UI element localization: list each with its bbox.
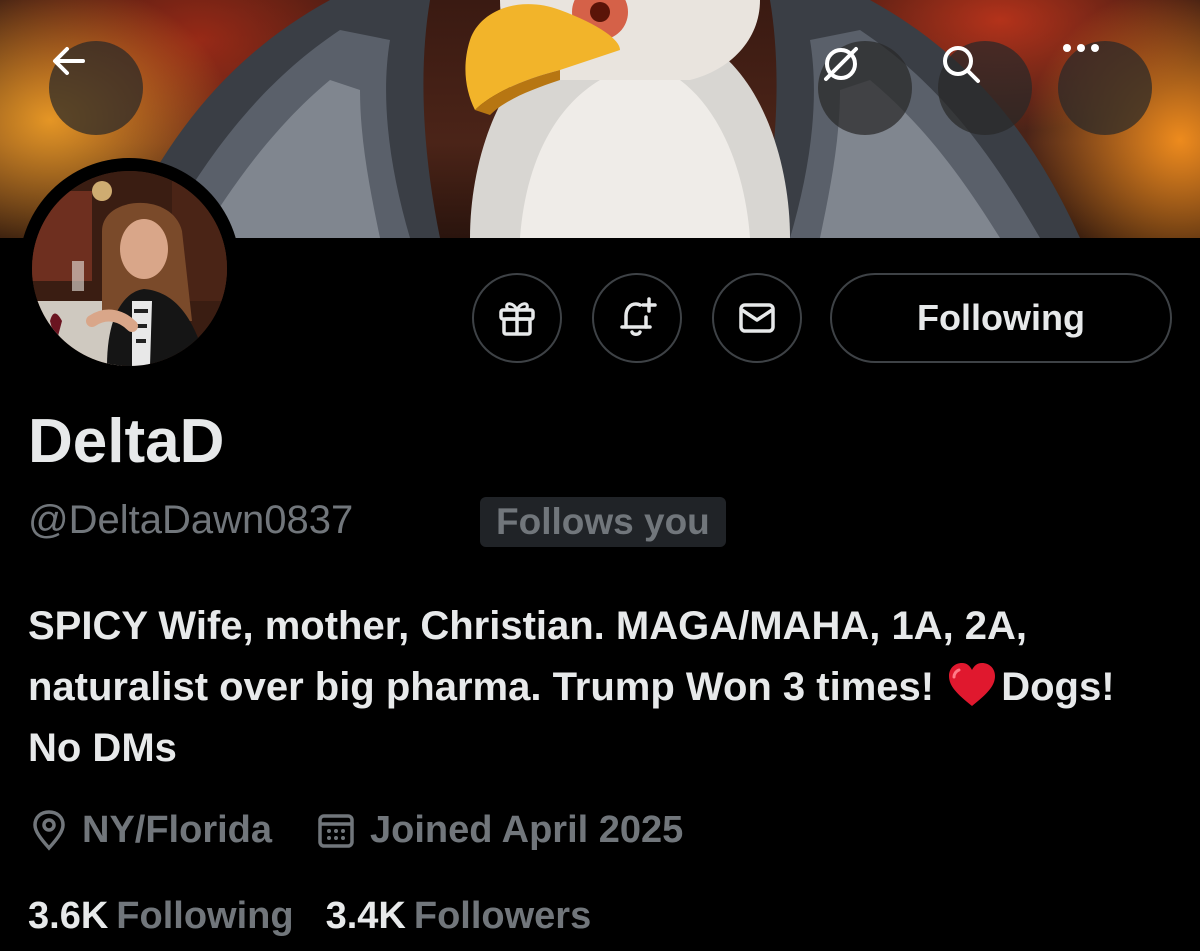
arrow-left-icon — [53, 47, 85, 75]
profile-avatar[interactable] — [19, 158, 240, 379]
calendar-icon — [318, 814, 354, 848]
bio-text-part1: SPICY Wife, mother, Christian. MAGA/MAHA… — [28, 604, 1039, 709]
red-heart-emoji-icon — [949, 663, 996, 706]
following-count: 3.6K — [28, 894, 109, 937]
bell-plus-icon — [620, 297, 657, 336]
following-label: Following — [116, 894, 294, 937]
avatar-image — [32, 171, 227, 366]
grok-button[interactable] — [818, 41, 912, 135]
search-icon — [943, 46, 980, 83]
profile-stats: 3.6K Following 3.4K Followers — [28, 890, 623, 942]
followers-stat-link[interactable]: 3.4K Followers — [326, 895, 592, 938]
search-button[interactable] — [938, 41, 1032, 135]
grok-icon — [824, 47, 858, 81]
location-pin-icon — [33, 810, 65, 851]
profile-meta: NY/Florida Joined April 2025 — [30, 804, 727, 856]
envelope-icon — [739, 303, 775, 333]
display-name: DeltaD — [28, 407, 225, 476]
follows-you-badge: Follows you — [480, 497, 726, 547]
avatar-photo — [32, 171, 227, 366]
location-item: NY/Florida — [30, 809, 272, 852]
message-button[interactable] — [712, 273, 802, 363]
joined-text: Joined April 2025 — [370, 808, 684, 851]
more-button[interactable] — [1058, 41, 1152, 135]
following-button-label: Following — [917, 297, 1085, 338]
followers-count: 3.4K — [325, 894, 406, 937]
user-handle: @DeltaDawn0837 — [28, 498, 354, 542]
followers-label: Followers — [413, 894, 592, 937]
back-button[interactable] — [49, 41, 143, 135]
location-text: NY/Florida — [82, 808, 273, 851]
notifications-button[interactable] — [592, 273, 682, 363]
gift-button[interactable] — [472, 273, 562, 363]
gift-icon — [499, 302, 535, 336]
profile-bio: SPICY Wife, mother, Christian. MAGA/MAHA… — [28, 596, 1148, 779]
more-horizontal-icon — [1063, 44, 1099, 52]
following-stat-link[interactable]: 3.6K Following — [28, 895, 294, 938]
following-button[interactable]: Following — [830, 273, 1172, 363]
joined-item: Joined April 2025 — [316, 809, 683, 852]
